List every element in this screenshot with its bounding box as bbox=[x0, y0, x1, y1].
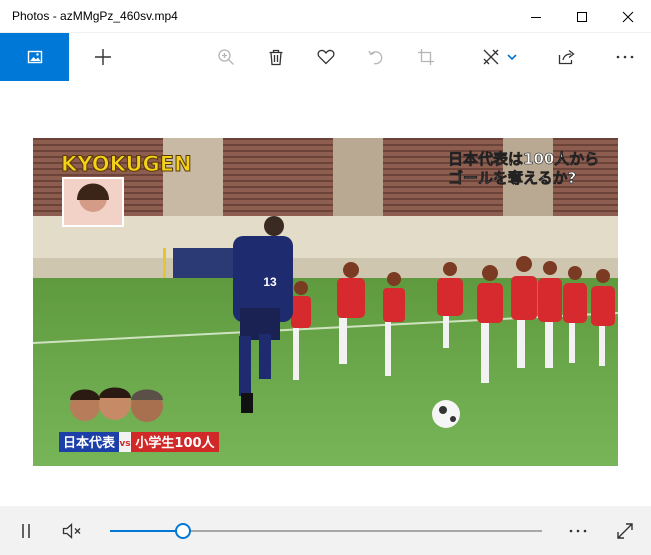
see-more-button[interactable] bbox=[607, 33, 643, 81]
banner-vs-text: vs bbox=[119, 439, 130, 449]
photo-icon bbox=[27, 50, 42, 64]
delete-button[interactable] bbox=[258, 33, 294, 81]
playback-bar bbox=[0, 506, 651, 555]
banner-right-text: 小学生100人 bbox=[135, 435, 215, 451]
fullscreen-icon bbox=[617, 522, 633, 539]
more-icon bbox=[616, 55, 634, 59]
seek-thumb[interactable] bbox=[175, 523, 192, 539]
add-to-button[interactable] bbox=[86, 33, 120, 81]
mute-icon bbox=[62, 522, 81, 539]
maximize-button[interactable] bbox=[559, 0, 605, 33]
caption-line-2: ゴールを奪えるか? bbox=[448, 169, 576, 187]
share-button[interactable] bbox=[549, 33, 585, 81]
more-icon bbox=[569, 529, 587, 532]
close-icon bbox=[622, 11, 634, 22]
edit-draw-icon bbox=[483, 49, 499, 65]
show-logo: KYOKUGEN bbox=[61, 152, 192, 176]
title-bar: Photos - azMMgPz_460sv.mp4 bbox=[0, 0, 651, 33]
playback-more-button[interactable] bbox=[560, 506, 596, 555]
soccer-ball bbox=[432, 400, 460, 428]
player-number: 13 bbox=[263, 275, 277, 289]
video-scene: 13 KYOKUGEN 日本代表は100人から ゴールを奪えるか? 日本代表 v… bbox=[33, 138, 618, 466]
rotate-button[interactable] bbox=[358, 33, 394, 81]
toolbar bbox=[0, 33, 651, 81]
minimize-button[interactable] bbox=[513, 0, 559, 33]
banner-left-text: 日本代表 bbox=[63, 435, 116, 451]
delete-icon bbox=[269, 49, 283, 65]
window-title: Photos - azMMgPz_460sv.mp4 bbox=[12, 9, 178, 23]
video-frame[interactable]: 13 KYOKUGEN 日本代表は100人から ゴールを奪えるか? 日本代表 v… bbox=[33, 138, 618, 466]
seek-bar[interactable] bbox=[110, 523, 542, 539]
crop-button[interactable] bbox=[408, 33, 444, 81]
zoom-button[interactable] bbox=[208, 33, 244, 81]
seek-progress bbox=[110, 530, 184, 532]
close-button[interactable] bbox=[605, 0, 651, 33]
edit-and-create-button[interactable] bbox=[476, 33, 524, 81]
video-stage: 13 KYOKUGEN 日本代表は100人から ゴールを奪えるか? 日本代表 v… bbox=[0, 81, 651, 506]
pause-button[interactable] bbox=[8, 506, 44, 555]
maximize-icon bbox=[577, 11, 587, 22]
minimize-icon bbox=[531, 16, 541, 18]
player-faces bbox=[70, 387, 163, 422]
share-icon bbox=[558, 49, 575, 65]
favorite-button[interactable] bbox=[308, 33, 344, 81]
rotate-icon bbox=[368, 50, 383, 65]
add-icon bbox=[95, 49, 111, 65]
zoom-in-icon bbox=[218, 49, 234, 65]
chevron-down-icon bbox=[507, 54, 517, 61]
caption-line-1: 日本代表は100人から bbox=[448, 150, 599, 168]
pause-icon bbox=[22, 523, 30, 538]
heart-icon bbox=[317, 49, 335, 65]
see-all-photos-button[interactable] bbox=[0, 33, 69, 81]
fullscreen-button[interactable] bbox=[607, 506, 643, 555]
mute-button[interactable] bbox=[54, 506, 90, 555]
crop-icon bbox=[418, 49, 434, 65]
